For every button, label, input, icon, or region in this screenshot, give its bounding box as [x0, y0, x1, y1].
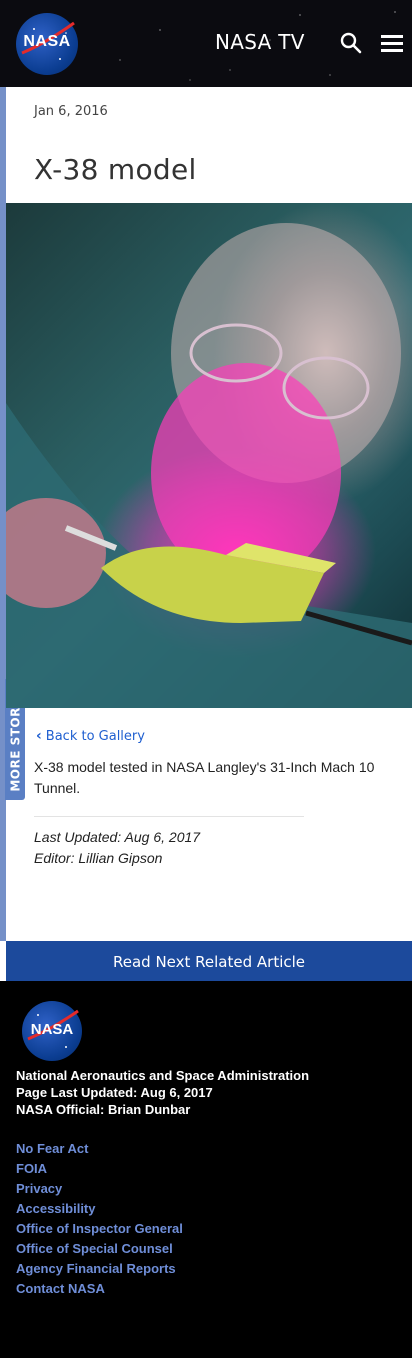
article-meta: Last Updated: Aug 6, 2017 Editor: Lillia…: [34, 827, 200, 869]
footer-link-privacy[interactable]: Privacy: [16, 1179, 183, 1199]
nasa-official: NASA Official: Brian Dunbar: [16, 1102, 191, 1117]
last-updated: Last Updated: Aug 6, 2017: [34, 829, 201, 845]
article-date: Jan 6, 2016: [34, 104, 108, 119]
back-to-gallery-label: Back to Gallery: [45, 729, 145, 744]
read-next-button[interactable]: Read Next Related Article: [6, 941, 412, 981]
footer-links: No Fear Act FOIA Privacy Accessibility O…: [16, 1139, 183, 1299]
nasa-tv-link[interactable]: NASA TV: [215, 30, 305, 54]
footer-logo-text: NASA: [30, 1021, 74, 1038]
footer-info: National Aeronautics and Space Administr…: [16, 1067, 309, 1118]
logo-text: NASA: [23, 33, 71, 50]
footer-link-accessibility[interactable]: Accessibility: [16, 1199, 183, 1219]
footer-link-no-fear-act[interactable]: No Fear Act: [16, 1139, 183, 1159]
photo-illustration: [6, 223, 412, 708]
agency-name: National Aeronautics and Space Administr…: [16, 1068, 310, 1083]
footer-link-special-counsel[interactable]: Office of Special Counsel: [16, 1239, 183, 1259]
footer-link-inspector-general[interactable]: Office of Inspector General: [16, 1219, 183, 1239]
nasa-logo[interactable]: NASA: [16, 13, 78, 75]
search-icon[interactable]: [340, 32, 362, 54]
footer-link-foia[interactable]: FOIA: [16, 1159, 183, 1179]
image-caption: X-38 model tested in NASA Langley's 31-I…: [34, 759, 375, 796]
back-to-gallery-link[interactable]: ‹ Back to Gallery: [36, 728, 145, 744]
article-photo: [6, 203, 412, 708]
footer-nasa-logo[interactable]: NASA: [22, 1001, 82, 1061]
hamburger-menu-icon[interactable]: [380, 33, 404, 53]
chevron-left-icon: ‹: [36, 728, 42, 744]
site-header: NASA NASA TV: [0, 0, 412, 87]
editor: Editor: Lillian Gipson: [34, 850, 163, 866]
footer-link-contact-nasa[interactable]: Contact NASA: [16, 1279, 183, 1299]
divider: [34, 816, 304, 817]
site-footer: NASA National Aeronautics and Space Admi…: [0, 981, 412, 1358]
article-title: X-38 model: [34, 153, 197, 186]
footer-link-financial-reports[interactable]: Agency Financial Reports: [16, 1259, 183, 1279]
page-last-updated: Page Last Updated: Aug 6, 2017: [16, 1085, 213, 1100]
